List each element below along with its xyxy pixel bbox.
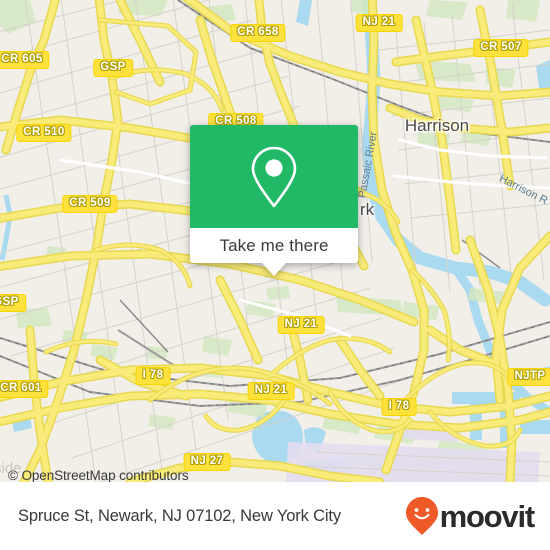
moovit-wordmark: moovit bbox=[439, 498, 536, 534]
osm-attribution[interactable]: © OpenStreetMap contributors bbox=[8, 468, 189, 482]
road-shield-nj-21-mid[interactable]: NJ 21 bbox=[277, 316, 325, 334]
road-shield-nj-21-north[interactable]: NJ 21 bbox=[355, 14, 403, 32]
moovit-map-screenshot: side Harrison rk Passaic River Harrison … bbox=[0, 0, 550, 550]
moovit-brand[interactable]: moovit bbox=[405, 496, 536, 536]
bottom-info-bar: Spruce St, Newark, NJ 07102, New York Ci… bbox=[0, 482, 550, 550]
road-shield-gsp-south[interactable]: GSP bbox=[0, 294, 26, 312]
road-shield-cr-510[interactable]: CR 510 bbox=[16, 124, 72, 142]
popup-pointer-tail bbox=[261, 262, 287, 276]
road-shield-nj-21-south[interactable]: NJ 21 bbox=[247, 382, 295, 400]
road-shield-cr-658[interactable]: CR 658 bbox=[230, 24, 286, 42]
road-shield-njtp[interactable]: NJTP bbox=[507, 368, 550, 386]
road-shield-nj-27[interactable]: NJ 27 bbox=[183, 453, 231, 471]
place-label-harrison: Harrison bbox=[404, 116, 470, 135]
location-popup-card[interactable]: Take me there bbox=[190, 125, 358, 276]
road-shield-i-78-west[interactable]: I 78 bbox=[135, 367, 171, 385]
popup-icon-area bbox=[190, 125, 358, 228]
moovit-pin-smiley-icon bbox=[405, 497, 438, 535]
address-label: Spruce St, Newark, NJ 07102, New York Ci… bbox=[18, 506, 341, 525]
road-shield-cr-507[interactable]: CR 507 bbox=[473, 39, 529, 57]
popup-action-footer[interactable]: Take me there bbox=[190, 228, 358, 276]
road-shield-cr-605[interactable]: CR 605 bbox=[0, 51, 50, 69]
take-me-there-label: Take me there bbox=[219, 235, 329, 255]
road-shield-i-78-east[interactable]: I 78 bbox=[381, 398, 417, 416]
road-shield-gsp-north[interactable]: GSP bbox=[93, 59, 133, 77]
place-label-newark: rk bbox=[359, 200, 375, 219]
road-shield-cr-601[interactable]: CR 601 bbox=[0, 380, 49, 398]
location-pin-icon bbox=[251, 146, 297, 207]
road-shield-cr-509[interactable]: CR 509 bbox=[62, 195, 118, 213]
